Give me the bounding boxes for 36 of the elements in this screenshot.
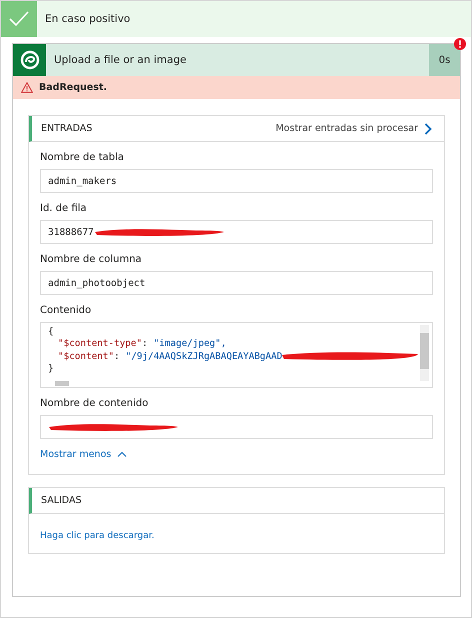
field-label: Contenido: [40, 305, 92, 316]
field-value: 31888677: [48, 226, 94, 238]
error-message: BadRequest.: [39, 82, 108, 93]
code-editor[interactable]: { "$content-type": "image/jpeg", "$content": "/9j/4AAQSkZJRgABAQEAYABgAAD }: [40, 322, 433, 388]
code-value: "image/jpeg",: [154, 338, 226, 350]
code-brace: }: [48, 363, 54, 374]
input-field[interactable]: admin_photoobject: [40, 271, 433, 295]
chevron-right-icon[interactable]: [424, 122, 432, 134]
field-label: Id. de fila: [40, 203, 88, 214]
duration-label: 0s: [429, 44, 460, 76]
horizontal-scrollbar[interactable]: [55, 381, 69, 386]
code-key: "$content-type": [58, 338, 142, 350]
section-title: ENTRADAS: [41, 123, 94, 134]
section-title: SALIDAS: [41, 495, 82, 506]
field-label: Nombre de columna: [40, 254, 143, 265]
field-label: Nombre de tabla: [40, 152, 125, 163]
action-title: Upload a file or an image: [54, 54, 188, 66]
field-value: admin_photoobject: [48, 278, 146, 288]
code-value: "/9j/4AAQSkZJRgABAQEAYABgAAD: [126, 350, 282, 362]
warning-icon: [21, 82, 33, 93]
input-field[interactable]: 31888677: [40, 220, 433, 244]
code-colon: :: [142, 338, 148, 350]
input-field[interactable]: [40, 415, 433, 439]
vertical-scrollbar[interactable]: [420, 325, 429, 381]
branch-title: En caso positivo: [45, 13, 130, 25]
show-raw-inputs-link[interactable]: Mostrar entradas sin procesar: [276, 123, 418, 134]
code-colon: :: [114, 350, 120, 362]
action-header[interactable]: Upload a file or an image 0s: [13, 44, 460, 76]
code-brace: {: [48, 326, 54, 337]
code-key: "$content": [58, 350, 114, 362]
field-label: Nombre de contenido: [40, 398, 150, 409]
field-value: admin_makers: [48, 176, 117, 186]
chevron-up-icon[interactable]: [117, 451, 128, 457]
show-less-link[interactable]: Mostrar menos: [40, 449, 112, 460]
input-field[interactable]: admin_makers: [40, 169, 433, 193]
download-link[interactable]: Haga clic para descargar.: [40, 531, 154, 541]
